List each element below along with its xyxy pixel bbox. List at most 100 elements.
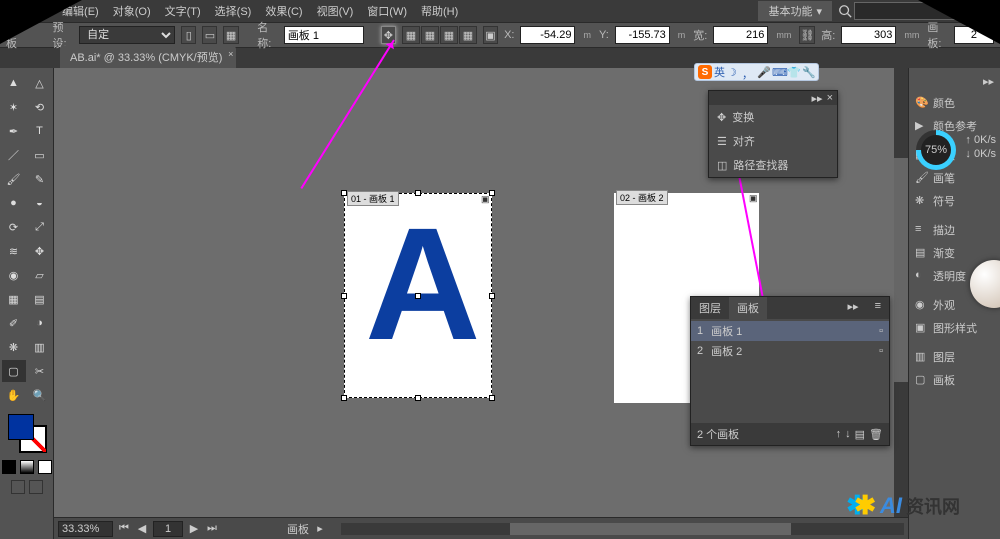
transform-align-panel[interactable]: ▸▸× ✥变换 ☰对齐 ◫路径查找器 xyxy=(708,90,838,178)
menu-select[interactable]: 选择(S) xyxy=(209,1,258,21)
ime-toolbar[interactable]: S 英 ☽ ， 🎤 ⌨ 👕 🔧 xyxy=(694,63,819,81)
dock-layers[interactable]: ▥图层 xyxy=(911,346,998,368)
next-page-icon[interactable]: ▶ xyxy=(187,522,201,536)
link-wh-button[interactable]: ⛓ xyxy=(799,26,815,44)
ime-lang[interactable]: 英 xyxy=(714,64,725,80)
close-icon[interactable]: × xyxy=(827,92,833,104)
tool-line[interactable]: ／ xyxy=(2,144,26,166)
workspace-switcher[interactable]: 基本功能▾ xyxy=(758,1,832,21)
tool-type[interactable]: T xyxy=(28,120,52,142)
tool-free-transform[interactable]: ✥ xyxy=(28,240,52,262)
orientation-portrait-button[interactable]: ▯ xyxy=(181,26,196,44)
page-number[interactable]: 1 xyxy=(153,521,183,537)
tool-rectangle[interactable]: ▭ xyxy=(28,144,52,166)
tool-hand[interactable]: ✋ xyxy=(2,384,26,406)
dock-collapse-button[interactable]: ▸▸ xyxy=(911,72,998,91)
new-artboard-icon[interactable]: ▤ xyxy=(855,428,865,441)
tool-slice[interactable]: ✂ xyxy=(28,360,52,382)
artboard-options-icon[interactable]: ▫ xyxy=(879,345,883,357)
screen-mode-normal[interactable] xyxy=(11,480,25,494)
artboard-1[interactable]: 01 - 画板 1 ▣ A xyxy=(344,193,492,398)
menu-view[interactable]: 视图(V) xyxy=(311,1,360,21)
artboard-row-1[interactable]: 1画板 1▫ xyxy=(691,321,889,341)
tool-shape-builder[interactable]: ◉ xyxy=(2,264,26,286)
dock-symbols[interactable]: ❋符号 xyxy=(911,190,998,212)
ime-moon-icon[interactable]: ☽ xyxy=(727,66,740,79)
zoom-level[interactable]: 33.33% xyxy=(58,521,113,537)
tab-artboards[interactable]: 画板 xyxy=(729,297,767,319)
align-btn-1[interactable]: ▦ xyxy=(402,26,420,44)
artboards-panel[interactable]: 图层 画板 ▸▸ ≡ 1画板 1▫ 2画板 2▫ 2 个画板 ↑ ↓ ▤ 🗑 xyxy=(690,296,890,446)
dock-graphic-styles[interactable]: ▣图形样式 xyxy=(911,317,998,339)
horizontal-scrollbar[interactable] xyxy=(341,523,904,535)
y-input[interactable] xyxy=(615,26,670,44)
tool-rotate[interactable]: ⟳ xyxy=(2,216,26,238)
x-input[interactable] xyxy=(520,26,575,44)
first-page-icon[interactable]: ⏮ xyxy=(117,522,131,536)
panel-item-align[interactable]: ☰对齐 xyxy=(709,129,837,153)
tool-eyedropper[interactable]: ✐ xyxy=(2,312,26,334)
tool-blend[interactable]: ◑ xyxy=(28,312,52,334)
move-up-icon[interactable]: ↑ xyxy=(836,428,842,441)
tool-lasso[interactable]: ⟲ xyxy=(28,96,52,118)
vscroll-thumb[interactable] xyxy=(894,158,908,383)
prev-page-icon[interactable]: ◀ xyxy=(135,522,149,536)
hscroll-thumb[interactable] xyxy=(510,523,792,535)
ime-keyboard-icon[interactable]: ⌨ xyxy=(772,66,785,79)
status-dropdown-icon[interactable]: ▸ xyxy=(313,522,327,536)
preset-select[interactable]: 自定 xyxy=(79,26,175,44)
mini-swatch-black[interactable] xyxy=(2,460,16,474)
artboard-row-2[interactable]: 2画板 2▫ xyxy=(691,341,889,361)
menu-type[interactable]: 文字(T) xyxy=(159,1,207,21)
last-page-icon[interactable]: ⏭ xyxy=(205,522,219,536)
download-progress[interactable]: 75% xyxy=(916,130,956,170)
vertical-scrollbar[interactable] xyxy=(894,68,908,517)
tool-pencil[interactable]: ✎ xyxy=(28,168,52,190)
close-icon[interactable]: × xyxy=(228,49,233,59)
screen-mode-full[interactable] xyxy=(29,480,43,494)
dock-color[interactable]: 🎨颜色 xyxy=(911,92,998,114)
tool-eraser[interactable]: ◒ xyxy=(28,192,52,214)
artboard-name-input[interactable] xyxy=(284,26,364,44)
tool-selection[interactable]: ▲ xyxy=(2,72,26,94)
orientation-landscape-button[interactable]: ▭ xyxy=(202,26,217,44)
align-btn-3[interactable]: ▦ xyxy=(440,26,458,44)
panel-collapse-icon[interactable]: ▸▸ xyxy=(840,297,867,319)
menu-window[interactable]: 窗口(W) xyxy=(361,1,413,21)
panel1-header[interactable]: ▸▸× xyxy=(709,91,837,105)
menu-help[interactable]: 帮助(H) xyxy=(415,1,464,21)
panel-item-pathfinder[interactable]: ◫路径查找器 xyxy=(709,153,837,177)
tab-layers[interactable]: 图层 xyxy=(691,297,729,319)
tool-direct-selection[interactable]: △ xyxy=(28,72,52,94)
new-artboard-button[interactable]: ▦ xyxy=(223,26,238,44)
reference-point-button[interactable]: ▣ xyxy=(483,26,498,44)
tool-graph[interactable]: ▥ xyxy=(28,336,52,358)
menu-effect[interactable]: 效果(C) xyxy=(259,1,308,21)
panel-item-transform[interactable]: ✥变换 xyxy=(709,105,837,129)
tool-width[interactable]: ≋ xyxy=(2,240,26,262)
tool-pen[interactable]: ✒ xyxy=(2,120,26,142)
move-down-icon[interactable]: ↓ xyxy=(845,428,851,441)
dock-brushes[interactable]: 🖌画笔 xyxy=(911,167,998,189)
artboard-2-options-icon[interactable]: ▣ xyxy=(749,193,759,203)
ime-skin-icon[interactable]: 👕 xyxy=(787,66,800,79)
tool-artboard[interactable]: ▢ xyxy=(2,360,26,382)
dock-stroke[interactable]: ≡描边 xyxy=(911,219,998,241)
ime-mic-icon[interactable]: 🎤 xyxy=(757,66,770,79)
foreground-swatch[interactable] xyxy=(8,414,34,440)
tool-gradient[interactable]: ▤ xyxy=(28,288,52,310)
tool-paintbrush[interactable]: 🖌 xyxy=(2,168,26,190)
tool-scale[interactable]: ⤢ xyxy=(28,216,52,238)
w-input[interactable] xyxy=(713,26,768,44)
align-btn-2[interactable]: ▦ xyxy=(421,26,439,44)
tool-zoom[interactable]: 🔍 xyxy=(28,384,52,406)
h-input[interactable] xyxy=(841,26,896,44)
mini-swatch-gradient[interactable] xyxy=(20,460,34,474)
ime-settings-icon[interactable]: 🔧 xyxy=(802,66,815,79)
ime-punct-icon[interactable]: ， xyxy=(742,66,755,79)
dock-artboards[interactable]: ▢画板 xyxy=(911,369,998,391)
panel-menu-icon[interactable]: ≡ xyxy=(867,297,889,319)
tool-blob[interactable]: ● xyxy=(2,192,26,214)
menu-object[interactable]: 对象(O) xyxy=(107,1,157,21)
delete-icon[interactable]: 🗑 xyxy=(869,428,883,441)
